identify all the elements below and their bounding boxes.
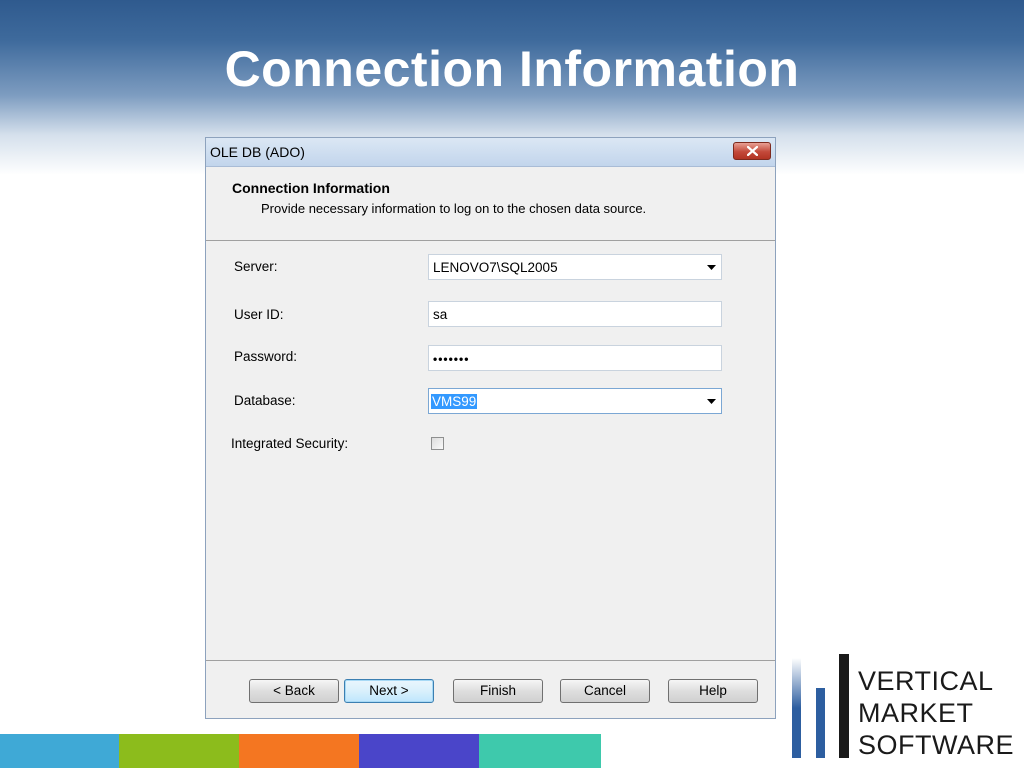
close-button[interactable] (733, 142, 771, 160)
dialog-title: OLE DB (ADO) (210, 144, 305, 160)
dialog-footer: < Back Next > Finish Cancel Help (206, 660, 775, 719)
colorbar-segment-teal (479, 734, 601, 768)
database-value: VMS99 (431, 394, 478, 409)
cancel-button[interactable]: Cancel (560, 679, 650, 703)
header-title: Connection Information (232, 180, 390, 196)
server-label: Server: (234, 259, 278, 274)
logo-bars-icon (792, 654, 849, 758)
slide-title: Connection Information (224, 41, 800, 97)
colorbar-segment-purple (359, 734, 479, 768)
colorbar-segment-green (119, 734, 239, 768)
colorbar-segment-cyan (0, 734, 119, 768)
logo-line-2: MARKET (858, 698, 974, 728)
help-button[interactable]: Help (668, 679, 758, 703)
back-button[interactable]: < Back (249, 679, 339, 703)
password-field[interactable]: ••••••• (428, 345, 722, 371)
ole-db-dialog: OLE DB (ADO) Connection Information Prov… (205, 137, 776, 719)
logo-line-1: VERTICAL (858, 666, 994, 696)
password-label: Password: (234, 349, 298, 364)
database-label: Database: (234, 393, 296, 408)
dialog-header: Connection Information Provide necessary… (206, 167, 775, 241)
password-value: ••••••• (433, 352, 470, 366)
chevron-down-icon[interactable] (707, 265, 716, 270)
database-dropdown[interactable]: VMS99 (428, 388, 722, 414)
integrated-security-checkbox[interactable] (431, 437, 444, 450)
close-icon (747, 146, 758, 156)
colorbar-segment-orange (239, 734, 359, 768)
dialog-titlebar: OLE DB (ADO) (206, 138, 775, 167)
next-button[interactable]: Next > (344, 679, 434, 703)
server-dropdown[interactable]: LENOVO7\SQL2005 (428, 254, 722, 280)
header-subtitle: Provide necessary information to log on … (261, 201, 647, 216)
chevron-down-icon[interactable] (707, 399, 716, 404)
integrated-security-label: Integrated Security: (231, 436, 349, 451)
logo-line-3: SOFTWARE (858, 730, 1014, 760)
server-value: LENOVO7\SQL2005 (433, 260, 558, 275)
finish-button[interactable]: Finish (453, 679, 543, 703)
user-id-label: User ID: (234, 307, 284, 322)
user-id-field[interactable]: sa (428, 301, 722, 327)
user-id-value: sa (433, 307, 448, 322)
